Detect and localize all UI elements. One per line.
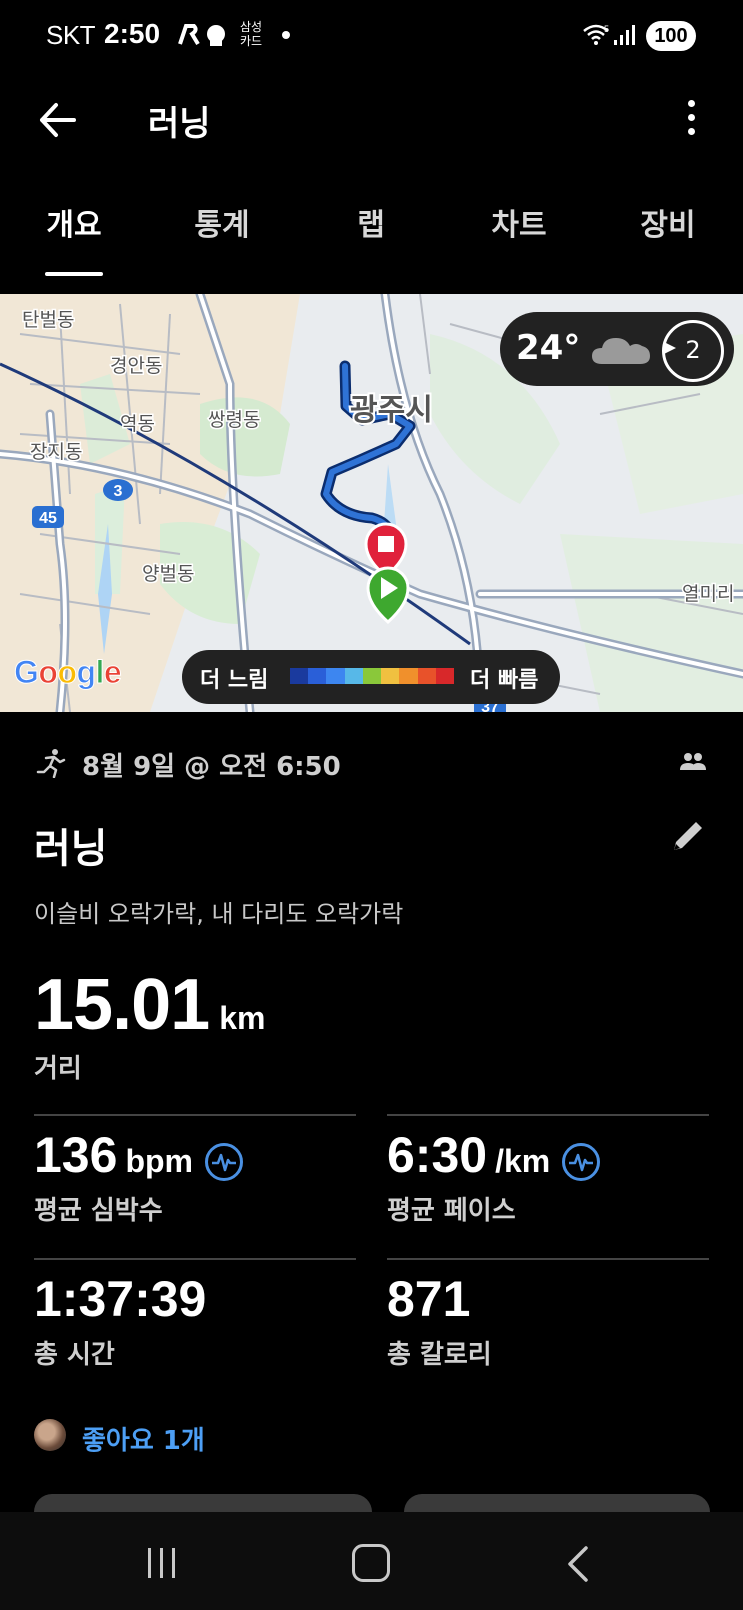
stat-label: 총 칼로리	[387, 1340, 492, 1370]
place-label: 경안동	[110, 355, 162, 377]
tab-gear[interactable]: 장비	[608, 200, 728, 244]
place-label: 탄벌동	[22, 309, 74, 331]
page-title: 러닝	[148, 104, 211, 144]
tab-laps[interactable]: 랩	[311, 200, 431, 244]
stat-label: 평균 심박수	[34, 1196, 163, 1226]
running-icon	[36, 748, 66, 782]
pace-color-scale	[290, 668, 454, 684]
stat-label: 평균 페이스	[387, 1196, 516, 1226]
signal-icon	[614, 24, 640, 50]
divider	[34, 1114, 356, 1116]
pace-stat: 6:30/km	[387, 1126, 601, 1187]
clock: 2:50	[104, 18, 161, 49]
stat-value: 6:30	[387, 1127, 488, 1183]
home-icon[interactable]	[352, 1544, 390, 1582]
nav-back-icon[interactable]	[566, 1546, 590, 1586]
tab-stats[interactable]: 통계	[162, 200, 282, 244]
activity-date: 8월 9일 @ 오전 6:50	[82, 752, 341, 782]
notification-dot	[282, 31, 290, 39]
svg-text:3: 3	[114, 483, 123, 500]
wifi-icon: 5	[582, 22, 612, 50]
edit-pencil-icon[interactable]	[670, 818, 706, 858]
heart-rate-icon[interactable]	[562, 1142, 601, 1181]
stat-unit: /km	[495, 1143, 551, 1179]
avatar[interactable]	[34, 1419, 66, 1451]
place-label: 쌍령동	[208, 409, 260, 431]
wind-speed-value: 2	[685, 336, 701, 364]
google-logo: Google	[13, 654, 122, 691]
place-label: 양벌동	[142, 563, 194, 585]
running-app-icon	[176, 20, 236, 56]
tab-overview[interactable]: 개요	[14, 200, 134, 244]
divider	[387, 1114, 709, 1116]
city-label: 광주시	[350, 393, 433, 428]
status-bar: SKT 2:50 삼성 카드 5 100	[0, 0, 743, 76]
stat-value: 871	[387, 1271, 471, 1327]
back-arrow-icon[interactable]	[38, 98, 78, 142]
distance-label: 거리	[34, 1054, 82, 1084]
total-time-stat: 1:37:39	[34, 1270, 206, 1328]
stat-unit: bpm	[125, 1143, 193, 1179]
likes-link[interactable]: 좋아요 1개	[82, 1420, 205, 1457]
more-options-icon[interactable]	[684, 100, 698, 144]
fast-label: 더 빠름	[470, 668, 539, 693]
slow-label: 더 느림	[200, 668, 269, 693]
start-marker-icon	[366, 566, 410, 625]
distance-value: 15.01	[34, 965, 210, 1045]
stat-value: 1:37:39	[34, 1271, 207, 1327]
heart-rate-stat: 136 bpm	[34, 1126, 243, 1187]
activity-description: 이슬비 오락가락, 내 다리도 오락가락	[34, 900, 404, 928]
wind-speed-icon: 2	[662, 320, 724, 382]
stat-label: 총 시간	[34, 1340, 115, 1370]
battery-indicator: 100	[646, 21, 696, 51]
svg-text:5: 5	[604, 24, 609, 34]
distance-block: 15.01 km	[34, 964, 265, 1046]
samsung-card-icon: 삼성 카드	[240, 20, 263, 48]
calories-stat: 871	[387, 1270, 470, 1328]
group-icon[interactable]	[680, 752, 706, 776]
svg-text:45: 45	[39, 510, 57, 527]
temperature-value: 24°	[516, 328, 581, 368]
weather-badge: 24° 2	[500, 312, 734, 386]
place-label: 장지동	[30, 441, 82, 463]
distance-unit: km	[219, 1000, 266, 1036]
activity-title: 러닝	[34, 826, 108, 872]
tab-bar: 개요 통계 랩 차트 장비	[0, 200, 743, 280]
recents-icon[interactable]	[146, 1546, 178, 1584]
tab-charts[interactable]: 차트	[459, 200, 579, 244]
place-label: 열미리	[682, 583, 734, 605]
carrier-label: SKT	[46, 20, 96, 50]
cloud-icon	[590, 332, 654, 372]
heart-rate-icon[interactable]	[204, 1142, 243, 1181]
divider	[387, 1258, 709, 1260]
active-tab-indicator	[45, 272, 103, 276]
pace-legend: 더 느림 더 빠름	[182, 650, 560, 704]
divider	[34, 1258, 356, 1260]
place-label: 역동	[120, 413, 155, 435]
stat-value: 136	[34, 1127, 118, 1183]
